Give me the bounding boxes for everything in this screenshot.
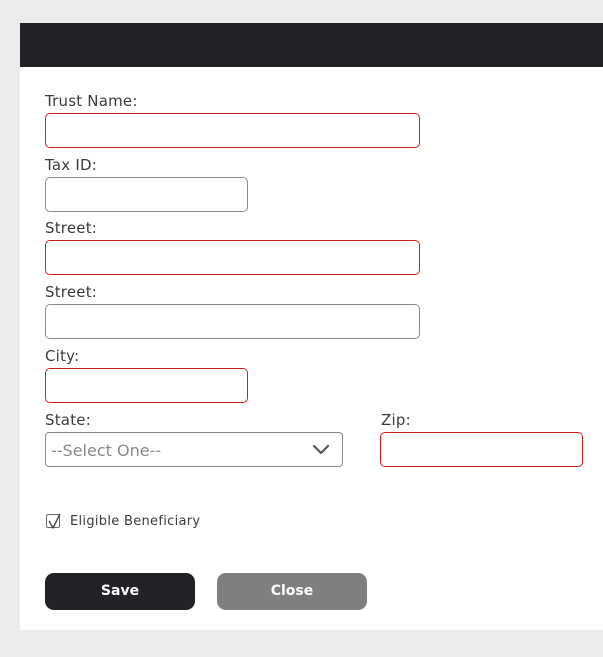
state-selected-value: --Select One-- (51, 441, 162, 460)
zip-label: Zip: (381, 411, 411, 429)
tax-id-input[interactable] (45, 177, 248, 212)
eligible-beneficiary-label: Eligible Beneficiary (70, 514, 201, 529)
close-button[interactable]: Close (217, 573, 367, 610)
street1-input[interactable] (45, 240, 420, 275)
city-input[interactable] (45, 368, 248, 403)
eligible-beneficiary-checkbox[interactable] (46, 513, 61, 529)
checkmark-icon (48, 513, 61, 529)
tax-id-label: Tax ID: (45, 156, 97, 174)
trust-dialog: Trust Name: Tax ID: Street: Street: City… (20, 23, 603, 630)
dialog-titlebar (20, 23, 603, 67)
chevron-down-icon (312, 444, 330, 455)
state-select[interactable]: --Select One-- (45, 432, 343, 467)
city-label: City: (45, 347, 80, 365)
street1-label: Street: (45, 219, 98, 237)
trust-name-label: Trust Name: (45, 92, 138, 110)
save-button[interactable]: Save (45, 573, 195, 610)
street2-input[interactable] (45, 304, 420, 339)
zip-input[interactable] (380, 432, 583, 467)
trust-name-input[interactable] (45, 113, 420, 148)
state-label: State: (45, 411, 91, 429)
street2-label: Street: (45, 283, 98, 301)
